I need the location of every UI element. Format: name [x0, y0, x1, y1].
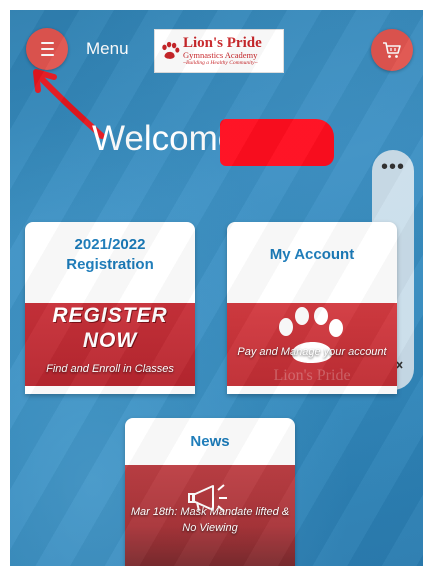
cart-button[interactable]	[371, 29, 413, 71]
logo-subtitle: Gymnastics Academy	[183, 49, 258, 60]
registration-card[interactable]: 2021/2022 Registration REGISTER NOW Find…	[25, 222, 195, 394]
menu-icon-bar	[40, 48, 54, 50]
account-caption: Pay and Manage your account	[237, 346, 387, 358]
more-dots-icon[interactable]: •••	[372, 157, 414, 177]
app-screen: Menu Lion's Pride Gymnastics Academy ~Bu…	[10, 10, 423, 566]
menu-label[interactable]: Menu	[86, 39, 129, 59]
logo-tagline: ~Building a Healthy Community~	[183, 60, 258, 66]
news-card-title: News	[190, 433, 230, 450]
brand-logo[interactable]: Lion's Pride Gymnastics Academy ~Buildin…	[154, 29, 284, 73]
register-word: REGISTER	[52, 304, 168, 327]
redaction-mark	[220, 119, 334, 166]
logo-title: Lion's Pride	[183, 34, 262, 51]
my-account-card-title: My Account	[269, 246, 355, 263]
cart-icon	[383, 42, 401, 58]
news-caption: Mar 18th: Mask Mandate lifted & No Viewi…	[130, 506, 290, 534]
account-watermark: Lion's Pride	[273, 367, 351, 384]
menu-button[interactable]	[26, 28, 68, 70]
card-footer	[227, 386, 397, 394]
account-banner: Lion's Pride Pay and Manage your account	[227, 303, 397, 386]
card-footer	[25, 386, 195, 394]
menu-icon-bar	[40, 42, 54, 44]
register-now-banner: REGISTER NOW Find and Enroll in Classes	[25, 303, 195, 386]
news-card[interactable]: News Mar 18th: Mask Mandate lifted & No …	[125, 418, 295, 566]
registration-card-title: 2021/2022 Registration	[25, 235, 195, 276]
registration-title-year: 2021/2022	[74, 236, 146, 253]
menu-icon-bar	[40, 54, 54, 56]
paw-icon	[162, 41, 180, 59]
registration-caption: Find and Enroll in Classes	[46, 363, 174, 375]
my-account-card[interactable]: My Account Lion's Pride Pay and Manage y…	[227, 222, 397, 394]
registration-title-text: Registration	[66, 256, 154, 274]
news-banner: Mar 18th: Mask Mandate lifted & No Viewi…	[125, 465, 295, 566]
now-word: NOW	[82, 329, 138, 352]
